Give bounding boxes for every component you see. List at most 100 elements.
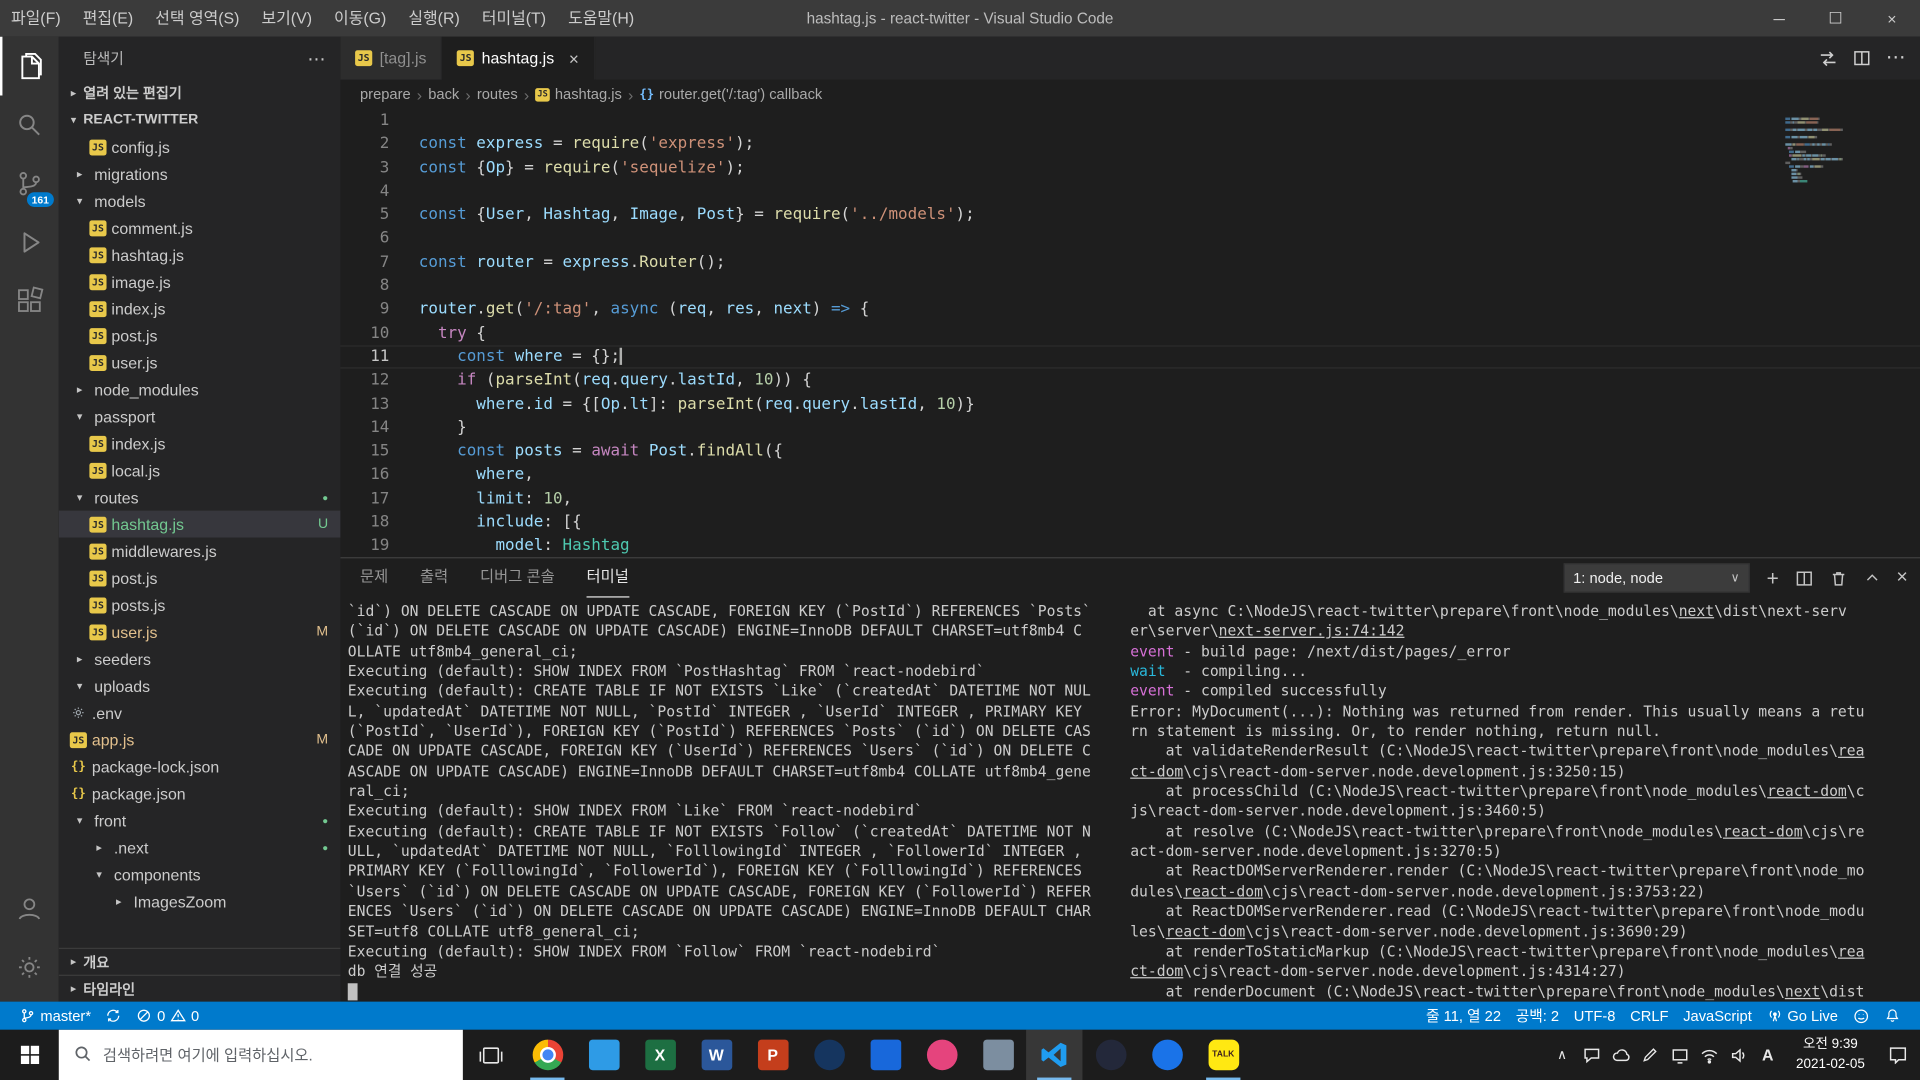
- breadcrumb-item[interactable]: prepare: [360, 86, 411, 103]
- code-line[interactable]: 11 const where = {};: [340, 345, 1920, 369]
- app-blue-2-icon[interactable]: [857, 1030, 913, 1080]
- tree-item-ImagesZoom[interactable]: ▸ ImagesZoom: [59, 888, 341, 915]
- powerpoint-icon[interactable]: P: [744, 1030, 800, 1080]
- editor-tab-[tag].js[interactable]: JS [tag].js: [340, 36, 443, 80]
- code-line[interactable]: 10 try {: [340, 322, 1920, 346]
- activity-explorer-icon[interactable]: [0, 37, 59, 96]
- tree-item-routes[interactable]: ▾ routes ●: [59, 484, 341, 511]
- open-editors-section[interactable]: ▸ 열려 있는 편집기: [59, 80, 341, 107]
- open-changes-icon[interactable]: [1818, 48, 1838, 68]
- status-language-mode[interactable]: JavaScript: [1676, 1002, 1759, 1030]
- notifications-bell-icon[interactable]: [1877, 1002, 1908, 1030]
- app-map-icon[interactable]: [1139, 1030, 1195, 1080]
- breadcrumb-item[interactable]: routes: [477, 86, 518, 103]
- tree-item-uploads[interactable]: ▾ uploads: [59, 672, 341, 699]
- menubar-item[interactable]: 편집(E): [72, 0, 145, 37]
- workspace-root-section[interactable]: ▾ REACT-TWITTER: [59, 107, 341, 134]
- code-line[interactable]: 1: [340, 109, 1920, 133]
- maximize-panel-icon[interactable]: [1863, 569, 1880, 586]
- menubar-item[interactable]: 선택 영역(S): [144, 0, 250, 37]
- activity-source-control-icon[interactable]: 161: [0, 154, 59, 213]
- code-line[interactable]: 7 const router = express.Router();: [340, 251, 1920, 275]
- kakaotalk-icon[interactable]: TALK: [1195, 1030, 1251, 1080]
- tray-chat-icon[interactable]: [1577, 1030, 1606, 1080]
- start-button[interactable]: [0, 1030, 59, 1080]
- menubar-item[interactable]: 실행(R): [397, 0, 470, 37]
- tree-item-comment.js[interactable]: JS comment.js: [59, 214, 341, 241]
- panel-tab-터미널[interactable]: 터미널: [586, 558, 629, 598]
- tray-cloud-icon[interactable]: [1606, 1030, 1635, 1080]
- code-line[interactable]: 14 }: [340, 416, 1920, 440]
- tree-item-package-lock.json[interactable]: {} package-lock.json: [59, 753, 341, 780]
- timeline-section[interactable]: ▸ 타임라인: [58, 974, 341, 1002]
- minimize-button[interactable]: ─: [1751, 0, 1807, 37]
- tray-display-icon[interactable]: [1665, 1030, 1694, 1080]
- close-panel-icon[interactable]: ×: [1896, 568, 1907, 588]
- taskbar-search[interactable]: [58, 1029, 463, 1080]
- tree-item-.next[interactable]: ▸ .next ●: [59, 834, 341, 861]
- code-line[interactable]: 17 limit: 10,: [340, 487, 1920, 511]
- tree-item-hashtag.js[interactable]: JS hashtag.js: [59, 241, 341, 268]
- code-line[interactable]: 19 model: Hashtag: [340, 534, 1920, 557]
- tray-expand-icon[interactable]: ∧: [1547, 1030, 1576, 1080]
- tree-item-hashtag.js[interactable]: JS hashtag.js U: [58, 510, 341, 538]
- status-encoding[interactable]: UTF-8: [1566, 1002, 1622, 1030]
- tree-item-.env[interactable]: .env: [59, 699, 341, 726]
- tray-network-icon[interactable]: [1694, 1030, 1723, 1080]
- tree-item-image.js[interactable]: JS image.js: [59, 268, 341, 295]
- code-line[interactable]: 4: [340, 180, 1920, 204]
- tree-item-package.json[interactable]: {} package.json: [59, 780, 341, 807]
- code-line[interactable]: 15 const posts = await Post.findAll({: [340, 440, 1920, 464]
- app-navy-icon[interactable]: [801, 1030, 857, 1080]
- tree-item-node_modules[interactable]: ▸ node_modules: [59, 376, 341, 403]
- taskbar-clock[interactable]: 오전 9:39 2021-02-05: [1785, 1030, 1876, 1080]
- tray-volume-icon[interactable]: [1724, 1030, 1753, 1080]
- code-line[interactable]: 9 router.get('/:tag', async (req, res, ne…: [340, 298, 1920, 322]
- tree-item-local.js[interactable]: JS local.js: [59, 457, 341, 484]
- kill-terminal-icon[interactable]: [1829, 569, 1847, 587]
- tree-item-passport[interactable]: ▾ passport: [59, 403, 341, 430]
- panel-tab-문제[interactable]: 문제: [360, 558, 388, 597]
- editor-tab-hashtag.js[interactable]: JS hashtag.js ×: [442, 36, 595, 80]
- code-line[interactable]: 2 const express = require('express');: [340, 133, 1920, 157]
- menubar-item[interactable]: 보기(V): [250, 0, 323, 37]
- tray-pen-icon[interactable]: [1636, 1030, 1665, 1080]
- code-line[interactable]: 12 if (parseInt(req.query.lastId, 10)) {: [340, 369, 1920, 393]
- notification-center-icon[interactable]: [1876, 1030, 1920, 1080]
- panel-tab-출력[interactable]: 출력: [420, 558, 448, 597]
- vscode-icon[interactable]: [1026, 1029, 1083, 1080]
- code-line[interactable]: 8: [340, 274, 1920, 298]
- terminal-right[interactable]: at async C:\NodeJS\react-twitter\prepare…: [1130, 601, 1920, 1001]
- activity-search-icon[interactable]: [0, 96, 59, 155]
- app-dark-icon[interactable]: [1082, 1030, 1138, 1080]
- close-tab-icon[interactable]: ×: [569, 48, 579, 68]
- tree-item-front[interactable]: ▾ front ●: [59, 807, 341, 834]
- app-pink-icon[interactable]: [913, 1030, 969, 1080]
- problems-indicator[interactable]: 00: [129, 1002, 207, 1030]
- maximize-button[interactable]: ☐: [1807, 0, 1863, 37]
- code-line[interactable]: 5 const {User, Hashtag, Image, Post} = re…: [340, 203, 1920, 227]
- status-eol[interactable]: CRLF: [1623, 1002, 1676, 1030]
- status-go-live[interactable]: Go Live: [1759, 1002, 1845, 1030]
- tree-item-user.js[interactable]: JS user.js: [59, 349, 341, 376]
- task-view-icon[interactable]: [463, 1030, 519, 1080]
- more-actions-icon[interactable]: ⋯: [1886, 48, 1906, 68]
- split-terminal-icon[interactable]: [1795, 569, 1813, 587]
- tree-item-index.js[interactable]: JS index.js: [59, 295, 341, 322]
- sync-icon[interactable]: [98, 1002, 129, 1030]
- app-gray-icon[interactable]: [970, 1030, 1026, 1080]
- tree-item-migrations[interactable]: ▸ migrations: [59, 160, 341, 187]
- tree-item-config.js[interactable]: JS config.js: [59, 133, 341, 160]
- sidebar-more-actions-icon[interactable]: ⋯: [307, 47, 325, 69]
- ime-korean-icon[interactable]: A: [1753, 1030, 1782, 1080]
- feedback-smiley-icon[interactable]: [1845, 1002, 1877, 1030]
- terminal-left[interactable]: `id`) ON DELETE CASCADE ON UPDATE CASCAD…: [347, 601, 1119, 1001]
- minimap[interactable]: [1785, 114, 1863, 184]
- panel-tab-디버그 콘솔[interactable]: 디버그 콘솔: [480, 558, 555, 597]
- menubar-item[interactable]: 파일(F): [0, 0, 72, 37]
- word-icon[interactable]: W: [688, 1030, 744, 1080]
- tree-item-user.js[interactable]: JS user.js M: [59, 618, 341, 645]
- tree-item-components[interactable]: ▾ components: [59, 861, 341, 888]
- code-line[interactable]: 3 const {Op} = require('sequelize');: [340, 156, 1920, 180]
- code-line[interactable]: 16 where,: [340, 463, 1920, 487]
